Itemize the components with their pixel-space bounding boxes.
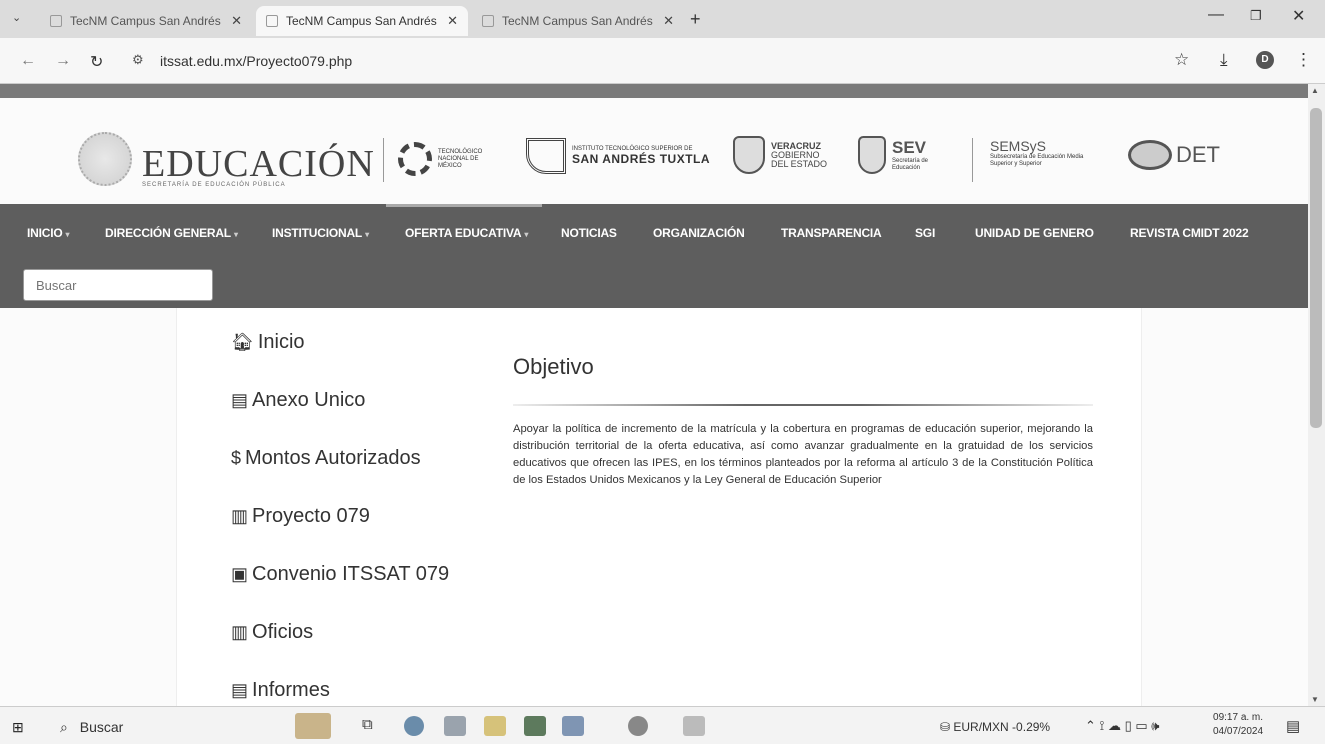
taskbar-search[interactable]: ⌕ Buscar [60,719,123,736]
sev-shield-icon [858,136,886,174]
site-search-input[interactable] [23,269,213,301]
nav-item-inicio[interactable]: INICIO ▾ [27,226,69,240]
site-info-icon[interactable]: ⚙ [132,52,144,68]
divider [972,138,973,182]
close-window-icon[interactable]: ✕ [1292,6,1305,26]
teams-icon[interactable] [562,716,584,736]
scrollbar-thumb[interactable] [1310,108,1322,428]
clock[interactable]: 09:17 a. m. 04/07/2024 [1213,711,1263,739]
nav-item-transparencia[interactable]: TRANSPARENCIA [781,226,882,240]
divider [383,138,384,182]
veracruz-shield-icon [733,136,765,174]
signed-doc-icon: ▣ [231,564,249,584]
sev-logo: SEV Secretaría de Educación [858,136,940,174]
file-icon: ▥ [231,506,249,526]
minimize-icon[interactable]: — [1208,6,1224,24]
mail-icon[interactable] [444,716,466,736]
sidebar-item-montos-autorizados[interactable]: $ Montos Autorizados [231,447,421,470]
sidebar-item-convenio-itssat-079[interactable]: ▣ Convenio ITSSAT 079 [231,563,449,586]
word-icon[interactable] [524,716,546,736]
profile-avatar[interactable]: D [1256,51,1274,69]
objective-paragraph: Apoyar la política de incremento de la m… [513,423,1093,486]
sidebar-item-anexo-unico[interactable]: ▤ Anexo Unico [231,389,365,412]
sidebar-item-proyecto-079[interactable]: ▥ Proyecto 079 [231,505,370,528]
reload-icon[interactable]: ↻ [90,52,103,72]
windows-start-icon[interactable]: ⊞ [12,719,24,736]
itssat-mark-icon [526,138,566,174]
browser-tab-strip: ⌄ TecNM Campus San Andrés ✕ TecNM Campus… [0,0,1325,38]
task-view-icon[interactable]: ⧉ [362,716,384,736]
itssat-logo: INSTITUTO TECNOLÓGICO SUPERIOR DE SAN AN… [526,138,710,174]
det-logo: DET [1128,140,1220,170]
file-icon: ▥ [231,622,249,642]
nav-item-unidad-de-genero[interactable]: UNIDAD DE GENERO [975,226,1094,240]
tab-search-icon[interactable]: ⌄ [12,11,21,24]
search-icon: ⌕ [60,719,68,735]
top-strip [0,84,1308,98]
currency-widget[interactable]: ⛁ EUR/MXN -0.29% [940,720,1050,734]
back-icon[interactable]: ← [20,52,36,70]
sidebar-item-oficios[interactable]: ▥ Oficios [231,621,313,644]
scroll-up-icon[interactable]: ▲ [1311,86,1319,95]
browser-tab-active[interactable]: TecNM Campus San Andrés ✕ [256,6,468,36]
coin-icon: ⛁ [940,720,954,734]
section-title: Objetivo [513,354,594,379]
chevron-down-icon: ▾ [365,230,369,239]
download-icon[interactable]: ⤓ [1220,50,1228,70]
chevron-down-icon: ▾ [233,230,238,239]
tecnm-logo: TECNOLÓGICO NACIONAL DE MÉXICO [398,142,482,176]
nav-active-indicator [386,204,542,207]
favicon-icon [266,15,278,27]
favicon-icon [50,15,62,27]
chrome-icon[interactable] [628,716,648,736]
edge-icon[interactable] [404,716,424,736]
sidebar-item-informes[interactable]: ▤ Informes [231,679,330,702]
search-highlight-image[interactable] [295,713,331,739]
file-explorer-icon[interactable] [484,716,506,736]
nav-item-institucional[interactable]: INSTITUCIONAL ▾ [272,226,369,240]
nav-item-organizacion[interactable]: ORGANIZACIÓN [653,226,745,240]
nav-item-sgi[interactable]: SGI [915,226,935,240]
close-tab-icon[interactable]: ✕ [231,13,242,29]
chevron-down-icon: ▾ [524,230,529,239]
menu-icon[interactable]: ⋮ [1295,50,1312,70]
newspaper-icon: ▤ [231,390,249,410]
restore-icon[interactable]: ❐ [1250,8,1262,24]
chevron-down-icon: ▾ [65,230,70,239]
education-subtitle: SECRETARÍA DE EDUCACIÓN PÚBLICA [142,182,286,188]
nav-item-direccion-general[interactable]: DIRECCIÓN GENERAL ▾ [105,226,238,240]
leaf-icon [1128,140,1172,170]
taskbar: ⊞ ⌕ Buscar ⧉ ⛁ EUR/MXN -0.29% ⌃ ⟟ ☁ ▯ ▭ … [0,706,1325,744]
close-tab-icon[interactable]: ✕ [447,13,458,29]
close-tab-icon[interactable]: ✕ [663,13,674,29]
nav-item-oferta-educativa[interactable]: OFERTA EDUCATIVA ▾ [405,226,528,240]
new-tab-icon[interactable]: + [690,9,701,30]
nav-item-revista-cmidt[interactable]: REVISTA CMIDT 2022 [1130,226,1249,240]
browser-tab[interactable]: TecNM Campus San Andrés ✕ [472,6,684,36]
browser-tab[interactable]: TecNM Campus San Andrés ✕ [40,6,252,36]
notification-icon[interactable]: ▤ [1286,717,1300,735]
favicon-icon [482,15,494,27]
url-field[interactable]: itssat.edu.mx/Proyecto079.php [160,53,352,69]
bookmark-star-icon[interactable]: ☆ [1174,50,1189,70]
app-icon[interactable] [683,716,705,736]
scroll-down-icon[interactable]: ▼ [1311,695,1319,704]
forward-icon[interactable]: → [55,52,71,70]
newspaper-icon: ▤ [231,680,249,700]
home-icon: 🏠︎ [231,332,254,352]
gear-icon [398,142,432,176]
system-tray[interactable]: ⌃ ⟟ ☁ ▯ ▭ 🕪︎ [1085,718,1159,734]
nav-item-noticias[interactable]: NOTICIAS [561,226,617,240]
sidebar-item-inicio[interactable]: 🏠︎ Inicio [231,331,305,354]
dollar-icon: $ [231,448,242,468]
title-divider [513,404,1093,406]
logo-header: EDUCACIÓN SECRETARÍA DE EDUCACIÓN PÚBLIC… [0,98,1308,204]
address-bar-row: ← → ↻ ⚙ itssat.edu.mx/Proyecto079.php ☆ … [0,38,1325,84]
veracruz-logo: VERACRUZ GOBIERNO DEL ESTADO [733,136,827,174]
education-title: EDUCACIÓN [142,143,375,185]
sep-seal-logo [78,132,132,186]
semsys-logo: SEMSyS Subsecretaría de Educación Media … [990,138,1084,167]
web-page: EDUCACIÓN SECRETARÍA DE EDUCACIÓN PÚBLIC… [0,84,1308,706]
